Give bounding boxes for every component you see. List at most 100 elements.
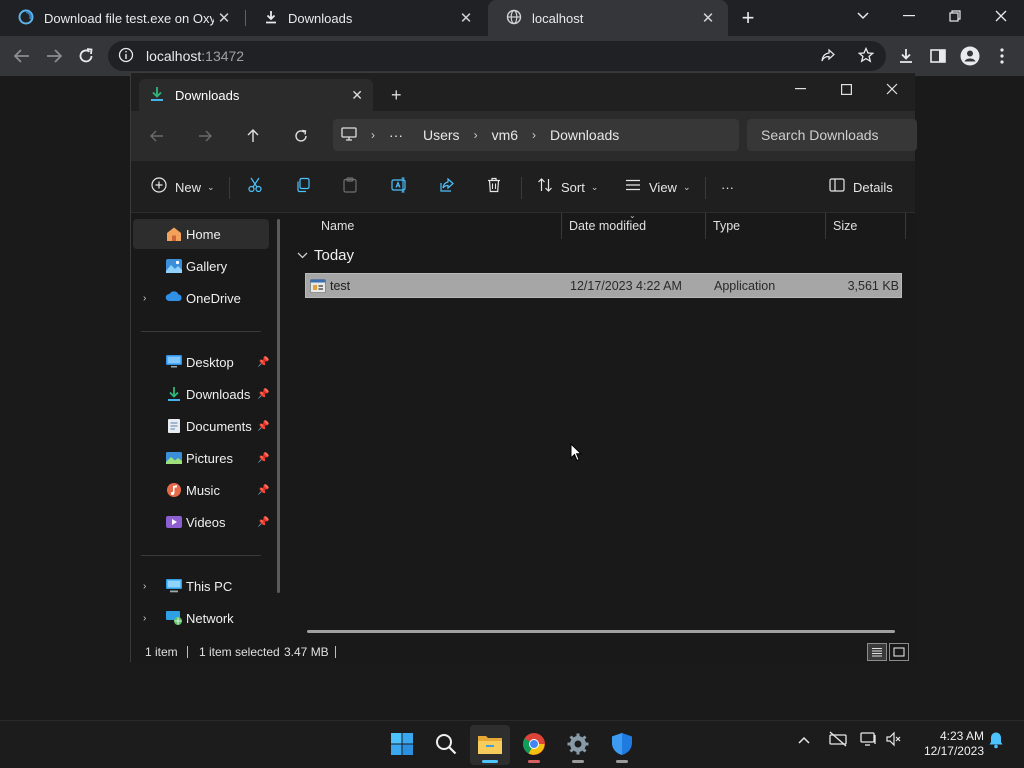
taskbar-security[interactable] xyxy=(602,725,642,765)
sidebar-item-gallery[interactable]: Gallery xyxy=(133,251,269,281)
search-icon xyxy=(435,733,457,758)
explorer-maximize-button[interactable] xyxy=(823,75,869,103)
taskbar-file-explorer[interactable] xyxy=(470,725,510,765)
close-tab-icon[interactable]: ✕ xyxy=(456,8,476,28)
profile-avatar[interactable] xyxy=(956,42,984,70)
share-icon[interactable] xyxy=(820,48,836,67)
system-clock[interactable]: 4:23 AM 12/17/2023 xyxy=(910,729,984,759)
details-button[interactable]: Details xyxy=(829,173,893,201)
share-button[interactable] xyxy=(439,173,455,201)
view-button[interactable]: View ⌄ xyxy=(625,173,691,201)
breadcrumb[interactable]: › ··· Users › vm6 › Downloads xyxy=(333,119,739,151)
sidebar-item-onedrive[interactable]: › OneDrive xyxy=(133,283,269,313)
rename-button[interactable] xyxy=(391,173,409,201)
address-bar[interactable]: localhost :13472 xyxy=(108,41,886,71)
close-tab-icon[interactable]: ✕ xyxy=(214,8,234,28)
new-button[interactable]: New ⌄ xyxy=(151,173,215,201)
breadcrumb-chevron-icon[interactable]: › xyxy=(474,128,478,142)
side-panel-icon[interactable] xyxy=(924,42,952,70)
sidebar-item-this-pc[interactable]: › This PC xyxy=(133,571,269,601)
expand-chevron-icon[interactable]: › xyxy=(143,613,146,624)
details-label: Details xyxy=(853,179,893,195)
chevron-up-icon[interactable] xyxy=(798,731,810,747)
breadcrumb-more[interactable]: ··· xyxy=(389,127,403,143)
sidebar-item-desktop[interactable]: Desktop 📌 xyxy=(133,347,269,377)
browser-tab-downloads[interactable]: Downloads ✕ xyxy=(246,0,486,36)
sidebar-item-pictures[interactable]: Pictures 📌 xyxy=(133,443,269,473)
file-row[interactable]: test 12/17/2023 4:22 AM Application 3,56… xyxy=(305,273,902,298)
search-button[interactable] xyxy=(426,725,466,765)
explorer-tab-downloads[interactable]: Downloads ✕ xyxy=(139,79,373,111)
reload-button[interactable] xyxy=(72,42,100,70)
volume-muted-icon[interactable] xyxy=(886,731,902,750)
downloads-button[interactable] xyxy=(892,42,920,70)
explorer-close-button[interactable] xyxy=(869,75,915,103)
sidebar-item-videos[interactable]: Videos 📌 xyxy=(133,507,269,537)
start-button[interactable] xyxy=(382,725,422,765)
explorer-new-tab-button[interactable]: + xyxy=(391,85,402,106)
sidebar-item-documents[interactable]: Documents 📌 xyxy=(133,411,269,441)
details-view-toggle[interactable] xyxy=(867,643,887,661)
sidebar-item-home[interactable]: Home xyxy=(133,219,269,249)
expand-chevron-icon[interactable]: › xyxy=(143,581,146,592)
sidebar-scrollbar[interactable] xyxy=(277,219,280,593)
back-arrow-icon[interactable] xyxy=(143,123,171,149)
taskbar-chrome[interactable] xyxy=(514,725,554,765)
horizontal-scrollbar[interactable] xyxy=(307,630,895,633)
column-divider[interactable] xyxy=(825,213,826,239)
taskbar: 4:23 AM 12/17/2023 xyxy=(0,720,1024,768)
browser-tab-oxy[interactable]: Download file test.exe on Oxy.Cl ✕ xyxy=(0,0,244,36)
up-arrow-icon[interactable] xyxy=(239,123,267,149)
search-input[interactable]: Search Downloads xyxy=(747,119,917,151)
forward-arrow-icon[interactable] xyxy=(191,123,219,149)
sidebar-item-downloads[interactable]: Downloads 📌 xyxy=(133,379,269,409)
forward-button[interactable] xyxy=(40,42,68,70)
see-more-button[interactable]: ··· xyxy=(721,173,734,201)
column-header-name[interactable]: Name xyxy=(321,213,354,239)
sidebar-item-music[interactable]: Music 📌 xyxy=(133,475,269,505)
status-bar: 1 item 1 item selected 3.47 MB xyxy=(131,641,915,663)
explorer-minimize-button[interactable] xyxy=(777,75,823,103)
cut-button[interactable] xyxy=(247,173,263,201)
breadcrumb-chevron-icon[interactable]: › xyxy=(371,128,375,142)
delete-button[interactable] xyxy=(487,173,501,201)
tab-search-chevron-icon[interactable] xyxy=(840,0,886,32)
sidebar-item-network[interactable]: › Network xyxy=(133,603,269,633)
display-network-icon[interactable] xyxy=(860,731,880,750)
sort-button[interactable]: Sort ⌄ xyxy=(537,173,598,201)
status-separator xyxy=(187,646,188,658)
expand-chevron-icon[interactable]: › xyxy=(143,293,146,304)
collapse-chevron-icon[interactable] xyxy=(297,250,308,262)
application-file-icon xyxy=(310,274,326,297)
restore-button[interactable] xyxy=(932,0,978,32)
breadcrumb-chevron-icon[interactable]: › xyxy=(532,128,536,142)
group-header-today[interactable]: Today xyxy=(297,247,354,264)
thumbnail-view-toggle[interactable] xyxy=(889,643,909,661)
computer-icon[interactable] xyxy=(341,126,357,144)
minimize-button[interactable] xyxy=(886,0,932,32)
copy-button[interactable] xyxy=(295,173,311,201)
column-divider[interactable] xyxy=(705,213,706,239)
browser-tab-localhost[interactable]: localhost ✕ xyxy=(488,0,728,36)
taskbar-settings[interactable] xyxy=(558,725,598,765)
breadcrumb-item[interactable]: Downloads xyxy=(550,127,619,143)
back-button[interactable] xyxy=(8,42,36,70)
breadcrumb-item[interactable]: Users xyxy=(423,127,460,143)
column-header-type[interactable]: Type xyxy=(713,213,740,239)
desktop-icon xyxy=(165,354,183,370)
paste-button[interactable] xyxy=(343,173,357,201)
close-tab-icon[interactable]: ✕ xyxy=(351,87,363,104)
network-disconnected-icon[interactable] xyxy=(828,731,848,750)
new-tab-button[interactable]: + xyxy=(736,5,760,30)
breadcrumb-item[interactable]: vm6 xyxy=(492,127,518,143)
notification-bell-icon[interactable] xyxy=(988,731,1004,752)
refresh-icon[interactable] xyxy=(287,123,315,149)
column-header-size[interactable]: Size xyxy=(833,213,857,239)
browser-menu-icon[interactable] xyxy=(988,42,1016,70)
column-divider[interactable] xyxy=(561,213,562,239)
bookmark-star-icon[interactable] xyxy=(857,46,875,66)
close-tab-icon[interactable]: ✕ xyxy=(698,8,718,28)
close-window-button[interactable] xyxy=(978,0,1024,32)
site-info-icon[interactable] xyxy=(118,47,134,66)
column-divider[interactable] xyxy=(905,213,906,239)
